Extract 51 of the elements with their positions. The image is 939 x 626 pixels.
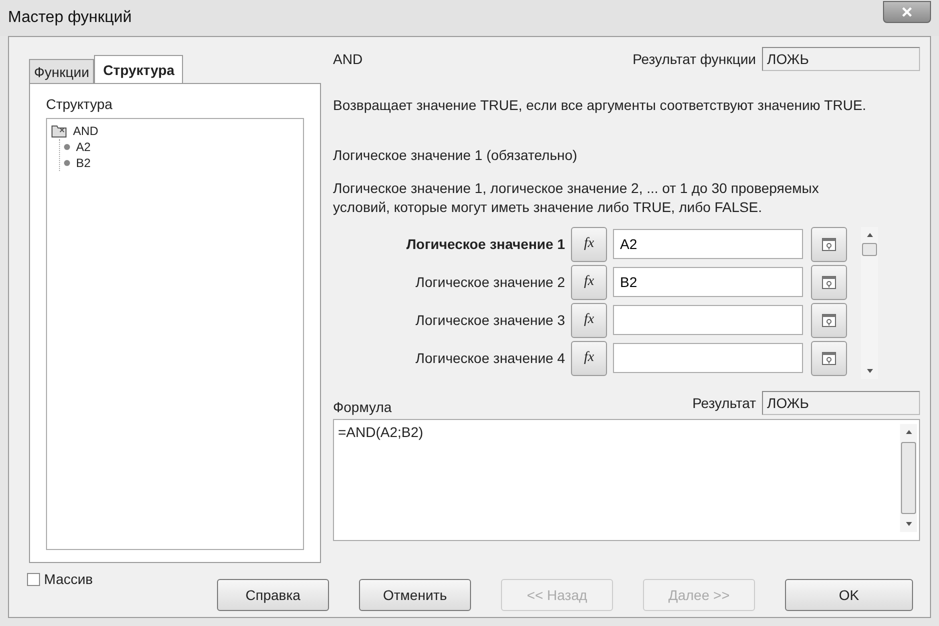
scroll-thumb[interactable] xyxy=(862,242,877,256)
scrollbar[interactable] xyxy=(861,226,878,379)
close-icon xyxy=(901,7,913,17)
shrink-icon xyxy=(822,238,836,251)
argument-label: Логическое значение 4 xyxy=(414,350,565,366)
result-field: ЛОЖЬ xyxy=(762,47,920,71)
shrink-button[interactable] xyxy=(811,340,847,376)
function-name: AND xyxy=(333,51,363,67)
argument-description: Логическое значение 1, логическое значение 2, ... от 1 до 30 проверяемых условий, которые могут иметь значение либо TRUE, либо FALSE. xyxy=(333,179,820,217)
argument-label: Логическое значение 3 xyxy=(414,312,565,328)
result-label: Результат xyxy=(692,394,756,411)
formula-field[interactable]: =AND(A2;B2) xyxy=(333,418,920,541)
function-button[interactable]: fx xyxy=(571,302,607,338)
dialog-button[interactable]: OK xyxy=(785,579,913,611)
function-description: Возвращает значение TRUE, если все аргументы соответствуют значению TRUE. xyxy=(333,97,868,113)
argument-title: Логическое значение 1 (обязательно) xyxy=(333,147,578,163)
close-button[interactable] xyxy=(883,1,931,23)
scroll-thumb[interactable] xyxy=(901,442,916,514)
argument-field[interactable] xyxy=(613,305,803,336)
function-button[interactable]: fx xyxy=(571,226,607,262)
shrink-button[interactable] xyxy=(811,264,847,300)
tree-item[interactable]: A2 xyxy=(76,140,91,154)
argument-field[interactable]: B2 xyxy=(613,267,803,298)
shrink-icon xyxy=(822,276,836,289)
dialog-button[interactable]: Отменить xyxy=(359,579,471,611)
argument-label: Логическое значение 2 xyxy=(414,274,565,290)
dialog-button[interactable]: Справка xyxy=(217,579,329,611)
checkbox[interactable] xyxy=(27,572,40,586)
argument-field[interactable]: A2 xyxy=(613,229,803,260)
tree-item[interactable]: AND xyxy=(73,124,98,138)
argument-label: Логическое значение 1 xyxy=(405,236,565,252)
tab[interactable]: Структура xyxy=(94,55,184,83)
argument-field[interactable] xyxy=(613,343,803,374)
result-field: ЛОЖЬ xyxy=(762,390,920,415)
function-button[interactable]: fx xyxy=(571,264,607,300)
shrink-button[interactable] xyxy=(811,226,847,262)
shrink-button[interactable] xyxy=(811,302,847,338)
scrollbar[interactable] xyxy=(900,424,917,532)
shrink-icon xyxy=(822,314,836,327)
shrink-icon xyxy=(822,352,836,365)
tab[interactable]: Функции xyxy=(29,59,94,83)
checkbox-label: Массив xyxy=(44,571,93,587)
bullet-icon xyxy=(64,160,70,166)
window-title: Мастер функций xyxy=(8,9,132,27)
structure-label: Структура xyxy=(46,96,114,112)
bullet-icon xyxy=(64,144,70,150)
formula-label: Формула xyxy=(333,398,392,415)
tree-item[interactable]: B2 xyxy=(76,156,91,170)
result-label: Результат функции xyxy=(632,51,756,67)
folder-icon xyxy=(51,124,67,138)
function-button[interactable]: fx xyxy=(571,340,607,376)
